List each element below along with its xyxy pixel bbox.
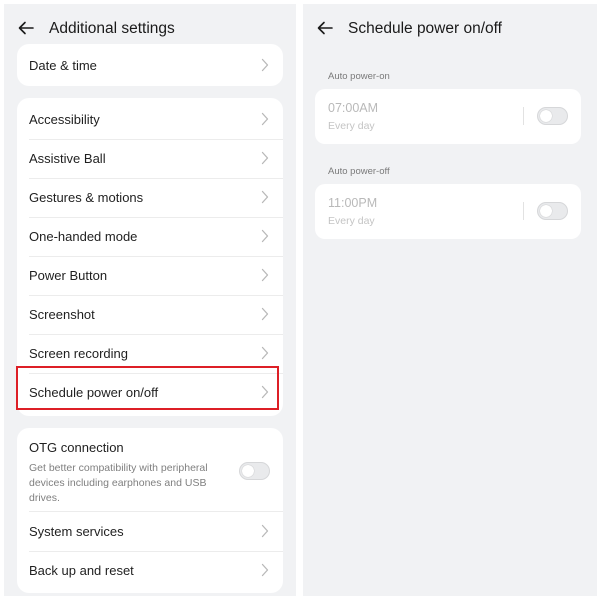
- chevron-right-icon: [261, 346, 269, 360]
- section-label-power-on: Auto power-on: [328, 71, 390, 82]
- page-title: Schedule power on/off: [348, 20, 502, 37]
- chevron-right-icon: [261, 229, 269, 243]
- back-arrow-icon[interactable]: [315, 18, 335, 38]
- schedule-power-screen: Schedule power on/off Auto power-on 07:0…: [303, 4, 597, 596]
- settings-item-otg-connection[interactable]: OTG connection Get better compatibility …: [29, 428, 283, 512]
- header: Schedule power on/off: [303, 4, 597, 52]
- power-on-repeat: Every day: [328, 120, 375, 132]
- settings-item-system-services[interactable]: System services: [29, 512, 283, 552]
- settings-item-label: System services: [29, 524, 124, 539]
- settings-item-label: Screenshot: [29, 307, 95, 322]
- section-label-power-off: Auto power-off: [328, 166, 390, 177]
- auto-power-on-toggle[interactable]: [537, 107, 568, 125]
- divider: [523, 107, 524, 125]
- auto-power-off-card[interactable]: 11:00PM Every day: [315, 184, 581, 239]
- settings-item-label: Schedule power on/off: [29, 385, 159, 400]
- power-on-time: 07:00AM: [328, 101, 379, 115]
- settings-item-label: Gestures & motions: [29, 190, 144, 205]
- back-arrow-icon[interactable]: [16, 18, 36, 38]
- chevron-right-icon: [261, 563, 269, 577]
- chevron-right-icon: [261, 268, 269, 282]
- settings-group-1: Date & time: [17, 44, 283, 86]
- settings-item-power-button[interactable]: Power Button: [29, 256, 283, 296]
- chevron-right-icon: [261, 151, 269, 165]
- settings-item-label: Screen recording: [29, 346, 128, 361]
- settings-item-label: OTG connection: [29, 440, 124, 455]
- settings-item-schedule-power[interactable]: Schedule power on/off: [29, 373, 283, 412]
- settings-item-screen-recording[interactable]: Screen recording: [29, 334, 283, 374]
- chevron-right-icon: [261, 524, 269, 538]
- settings-item-label: Assistive Ball: [29, 151, 106, 166]
- settings-item-assistive-ball[interactable]: Assistive Ball: [29, 139, 283, 179]
- settings-item-label: Power Button: [29, 268, 108, 283]
- settings-item-accessibility[interactable]: Accessibility: [29, 100, 283, 140]
- settings-item-back-up-reset[interactable]: Back up and reset: [29, 551, 283, 590]
- divider: [523, 202, 524, 220]
- settings-item-label: Accessibility: [29, 112, 100, 127]
- chevron-right-icon: [261, 112, 269, 126]
- settings-item-date-time[interactable]: Date & time: [29, 46, 283, 85]
- otg-description: Get better compatibility with peripheral…: [29, 462, 208, 504]
- power-off-time: 11:00PM: [328, 196, 378, 210]
- settings-item-one-handed-mode[interactable]: One-handed mode: [29, 217, 283, 257]
- chevron-right-icon: [261, 385, 269, 399]
- chevron-right-icon: [261, 190, 269, 204]
- additional-settings-screen: Additional settings Date & time Accessib…: [4, 4, 296, 596]
- power-off-repeat: Every day: [328, 215, 375, 227]
- auto-power-on-card[interactable]: 07:00AM Every day: [315, 89, 581, 144]
- settings-item-gestures-motions[interactable]: Gestures & motions: [29, 178, 283, 218]
- settings-group-2: Accessibility Assistive Ball Gestures & …: [17, 98, 283, 416]
- otg-toggle[interactable]: [239, 462, 270, 480]
- settings-item-label: One-handed mode: [29, 229, 138, 244]
- settings-item-screenshot[interactable]: Screenshot: [29, 295, 283, 335]
- chevron-right-icon: [261, 307, 269, 321]
- chevron-right-icon: [261, 58, 269, 72]
- settings-item-label: Date & time: [29, 58, 97, 73]
- auto-power-off-toggle[interactable]: [537, 202, 568, 220]
- toggle-knob: [540, 205, 552, 217]
- settings-item-label: Back up and reset: [29, 563, 134, 578]
- toggle-knob: [242, 465, 254, 477]
- settings-group-3: OTG connection Get better compatibility …: [17, 428, 283, 593]
- toggle-knob: [540, 110, 552, 122]
- page-title: Additional settings: [49, 20, 175, 37]
